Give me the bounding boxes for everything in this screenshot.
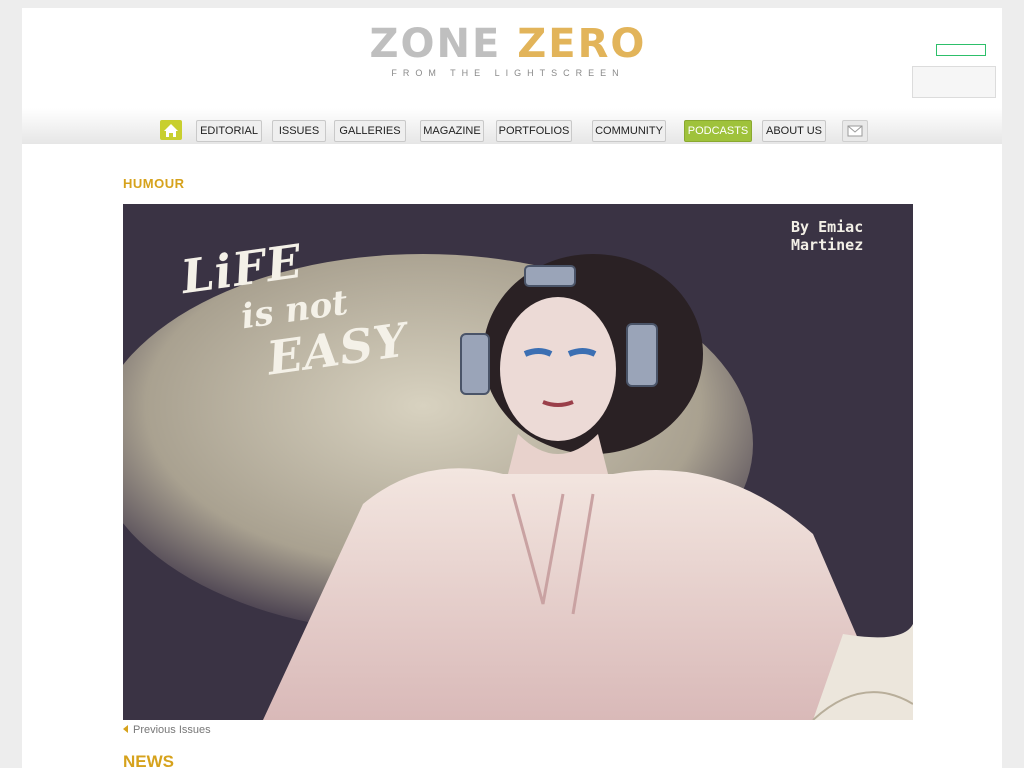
nav-issues[interactable]: ISSUES bbox=[272, 120, 326, 142]
nav-about-us[interactable]: ABOUT US bbox=[762, 120, 826, 142]
logo-tagline: FROM THE LIGHTSCREEN bbox=[391, 68, 625, 78]
nav-podcasts[interactable]: PODCASTS bbox=[684, 120, 752, 142]
site-logo[interactable]: ZONE ZERO FROM THE LIGHTSCREEN bbox=[348, 20, 668, 84]
search-tab[interactable] bbox=[936, 44, 986, 56]
page: ZONE ZERO FROM THE LIGHTSCREEN EDITORIAL… bbox=[22, 8, 1002, 768]
news-heading: NEWS bbox=[123, 752, 174, 768]
feature-byline: By Emiac Martinez bbox=[791, 218, 864, 254]
search-area bbox=[906, 14, 998, 102]
nav-community[interactable]: COMMUNITY bbox=[592, 120, 666, 142]
feature-image[interactable]: By Emiac Martinez LiFE is not EASY bbox=[123, 204, 913, 720]
arrow-left-icon bbox=[123, 725, 128, 733]
mail-icon[interactable] bbox=[842, 120, 868, 142]
site-header: ZONE ZERO FROM THE LIGHTSCREEN EDITORIAL… bbox=[22, 8, 1002, 144]
home-icon[interactable] bbox=[160, 120, 182, 140]
nav-portfolios[interactable]: PORTFOLIOS bbox=[496, 120, 572, 142]
main-nav: EDITORIAL ISSUES GALLERIES MAGAZINE PORT… bbox=[158, 120, 878, 144]
search-input[interactable] bbox=[912, 66, 996, 98]
nav-magazine[interactable]: MAGAZINE bbox=[420, 120, 484, 142]
logo-wordmark: ZONE ZERO bbox=[348, 22, 668, 66]
logo-zone: ZONE bbox=[369, 21, 502, 67]
nav-editorial[interactable]: EDITORIAL bbox=[196, 120, 262, 142]
section-label: HUMOUR bbox=[123, 176, 185, 191]
previous-issues-link[interactable]: Previous Issues bbox=[123, 724, 211, 736]
feature-title: LiFE is not EASY bbox=[155, 232, 435, 386]
previous-issues-label: Previous Issues bbox=[133, 724, 211, 736]
nav-galleries[interactable]: GALLERIES bbox=[334, 120, 406, 142]
logo-zero: ZERO bbox=[517, 21, 647, 67]
